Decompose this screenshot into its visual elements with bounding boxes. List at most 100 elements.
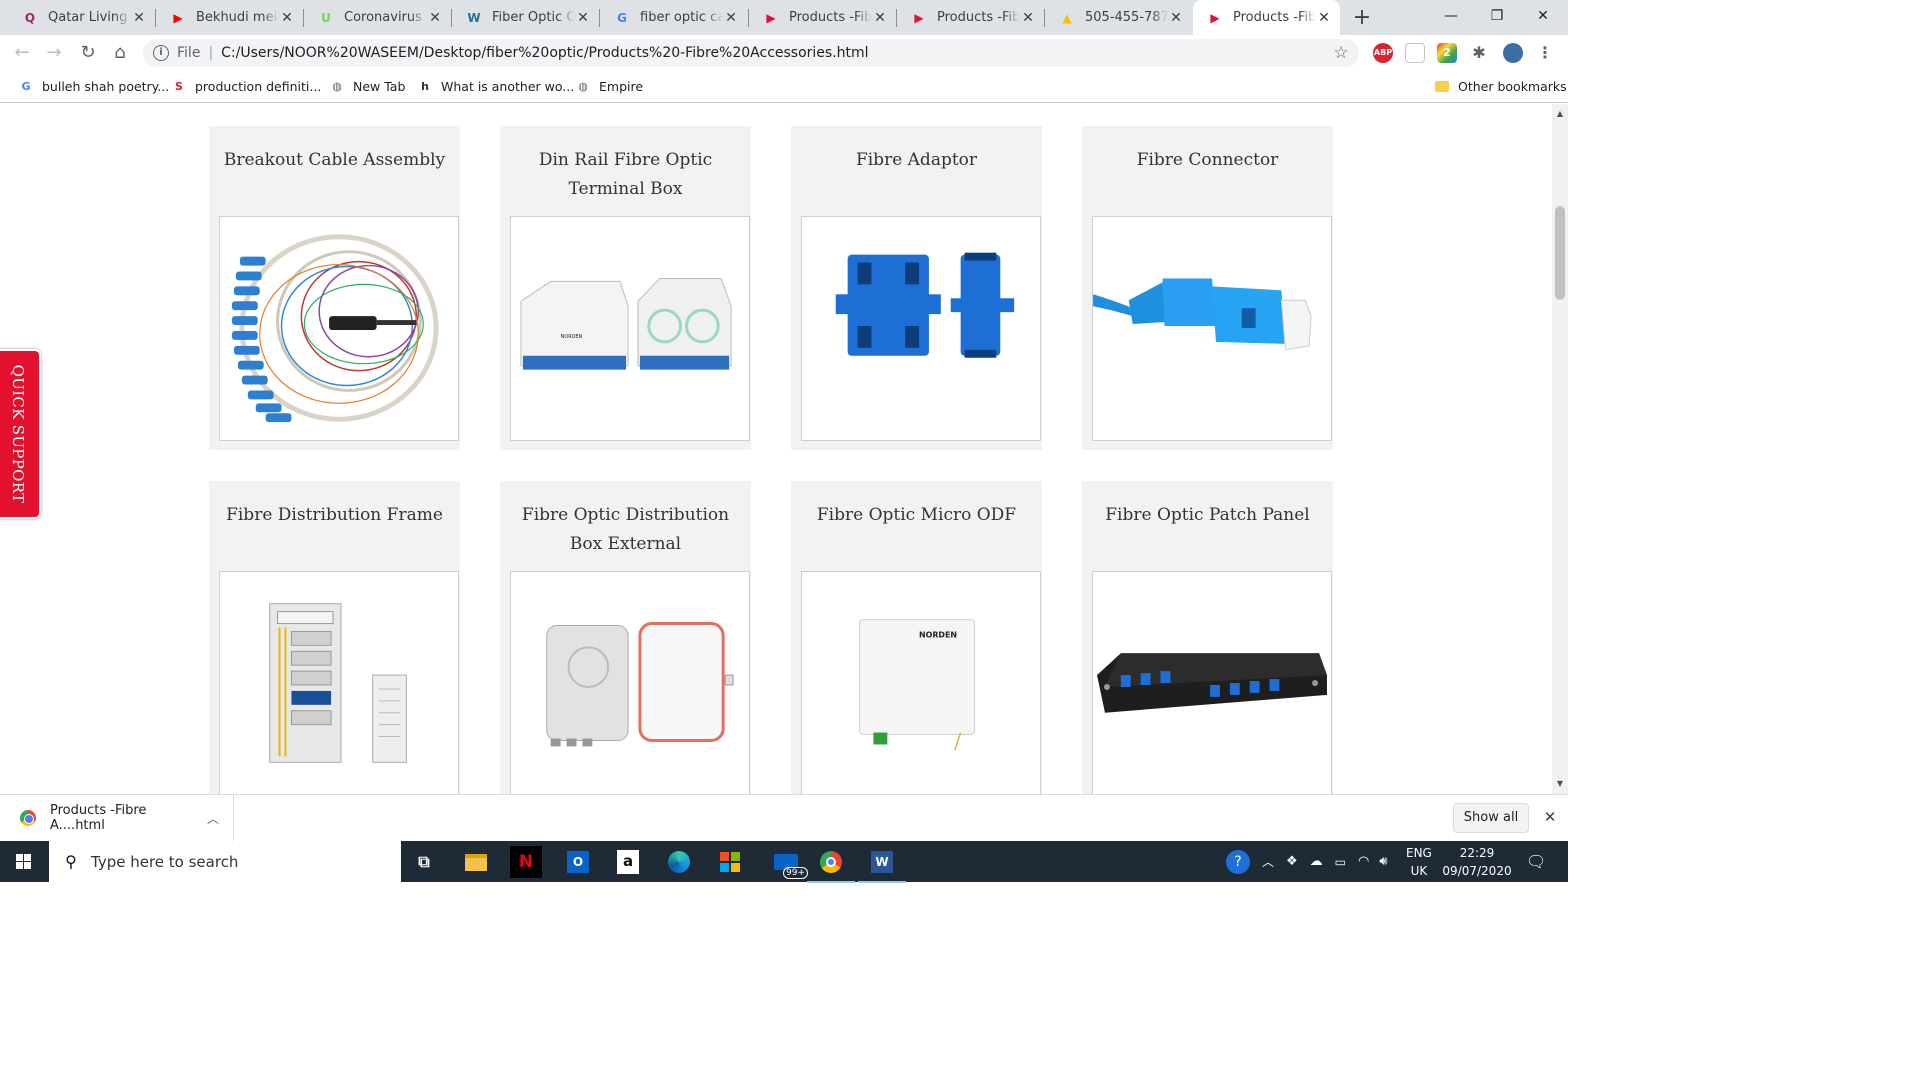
chevron-up-icon[interactable]: ︿: [201, 810, 225, 827]
microsoft-store-icon[interactable]: [714, 846, 746, 878]
distribution-frame-image[interactable]: [219, 571, 459, 794]
volume-icon[interactable]: 🔊︎: [1379, 854, 1387, 869]
wifi-icon[interactable]: ◠: [1358, 854, 1369, 869]
product-card[interactable]: Fibre Optic Micro ODF NORDEN: [791, 481, 1042, 794]
browser-tab[interactable]: Gfiber optic cabl✕: [600, 0, 747, 35]
tab-close-icon[interactable]: ✕: [131, 10, 147, 26]
bookmark-item[interactable]: h What is another wo...: [417, 71, 574, 101]
bookmark-label: New Tab: [353, 78, 406, 94]
back-button[interactable]: ←: [8, 39, 36, 67]
scroll-down-icon[interactable]: ▼: [1552, 776, 1568, 792]
scroll-up-icon[interactable]: ▲: [1552, 106, 1568, 122]
edge-icon[interactable]: [663, 846, 695, 878]
product-title[interactable]: Fibre Distribution Frame: [209, 501, 460, 530]
browser-tab[interactable]: ▲ 505-455-7870 ✕: [1045, 0, 1192, 35]
distribution-box-image[interactable]: [510, 571, 750, 794]
download-item[interactable]: Products -Fibre A....html ︿: [0, 795, 234, 841]
tab-close-icon[interactable]: ✕: [723, 10, 739, 26]
browser-tab[interactable]: ▶ Bekhudi mein s✕: [156, 0, 303, 35]
product-title[interactable]: Fibre Connector: [1082, 146, 1333, 175]
netflix-icon[interactable]: N: [510, 846, 542, 878]
start-button[interactable]: [0, 841, 48, 882]
product-card[interactable]: Fibre Optic Patch Panel: [1082, 481, 1333, 794]
profile-avatar[interactable]: [1503, 43, 1523, 63]
micro-odf-image[interactable]: NORDEN: [801, 571, 1041, 794]
reload-button[interactable]: ↻: [74, 39, 102, 67]
tab-close-icon[interactable]: ✕: [1168, 10, 1184, 26]
restore-button[interactable]: ❐: [1474, 0, 1520, 32]
menu-kebab-icon[interactable]: ⋮: [1535, 43, 1555, 63]
product-title[interactable]: Din Rail Fibre Optic Terminal Box: [500, 146, 751, 204]
mail-badge: 99+: [783, 867, 808, 879]
language-indicator[interactable]: ENG UK: [1406, 841, 1432, 882]
product-title[interactable]: Fibre Optic Distribution Box External: [500, 501, 751, 559]
quick-support-tab[interactable]: QUICK SUPPORT: [0, 349, 41, 519]
bookmark-item[interactable]: Sproduction definiti...: [171, 71, 321, 101]
colorful-extension-icon[interactable]: 2: [1437, 43, 1457, 63]
task-view-icon[interactable]: ⧉: [408, 846, 440, 878]
product-card[interactable]: Fibre Connector: [1082, 126, 1333, 450]
help-icon[interactable]: ?: [1226, 849, 1250, 874]
tab-close-icon[interactable]: ✕: [872, 10, 888, 26]
tab-close-icon[interactable]: ✕: [575, 10, 591, 26]
close-downloads-icon[interactable]: ✕: [1540, 805, 1560, 829]
forward-button[interactable]: →: [40, 39, 68, 67]
product-title[interactable]: Fibre Optic Micro ODF: [791, 501, 1042, 530]
product-card[interactable]: Breakout Cable Assembly: [209, 126, 460, 450]
scroll-thumb[interactable]: [1555, 206, 1565, 300]
breakout-cable-image[interactable]: [219, 216, 459, 441]
site-info-icon[interactable]: i: [153, 45, 169, 61]
dropbox-icon[interactable]: ❖: [1286, 854, 1298, 869]
browser-tab[interactable]: ▶ Products -Fibre✕: [749, 0, 896, 35]
show-hidden-icons[interactable]: ︿: [1262, 853, 1274, 870]
pocket-extension-icon[interactable]: [1405, 43, 1425, 63]
browser-tab[interactable]: ▶ Products -Fibre✕: [1193, 0, 1340, 35]
word-icon[interactable]: W: [858, 846, 906, 883]
mail-icon[interactable]: 99+: [766, 846, 808, 879]
tab-close-icon[interactable]: ✕: [1316, 10, 1332, 26]
bookmark-item[interactable]: ◍ New Tab: [329, 71, 405, 101]
product-title[interactable]: Breakout Cable Assembly: [209, 146, 460, 175]
fibre-adaptor-image[interactable]: [801, 216, 1041, 441]
patch-panel-image[interactable]: [1092, 571, 1332, 794]
address-bar[interactable]: i File | C:/Users/NOOR%20WASEEM/Desktop/…: [143, 39, 1359, 67]
product-card[interactable]: Din Rail Fibre Optic Terminal Box NORDEN: [500, 126, 751, 450]
product-title[interactable]: Fibre Adaptor: [791, 146, 1042, 175]
browser-tab[interactable]: W Fiber Optic Cab✕: [452, 0, 599, 35]
close-window-button[interactable]: ✕: [1520, 0, 1566, 32]
fibre-connector-image[interactable]: [1092, 216, 1332, 441]
adblock-extension-icon[interactable]: ABP: [1373, 43, 1393, 63]
product-card[interactable]: Fibre Optic Distribution Box External: [500, 481, 751, 794]
chrome-icon[interactable]: [807, 846, 855, 883]
tab-close-icon[interactable]: ✕: [1020, 10, 1036, 26]
home-button[interactable]: ⌂: [106, 39, 134, 67]
new-tab-button[interactable]: +: [1348, 4, 1376, 32]
page-scrollbar[interactable]: ▲ ▼: [1552, 104, 1568, 794]
other-bookmarks[interactable]: Other bookmarks: [1434, 71, 1567, 101]
amazon-icon[interactable]: a: [612, 846, 644, 878]
din-rail-box-image[interactable]: NORDEN: [510, 216, 750, 441]
product-title[interactable]: Fibre Optic Patch Panel: [1082, 501, 1333, 530]
bookmark-item[interactable]: ◍ Empire: [575, 71, 643, 101]
browser-tab[interactable]: Q Qatar Living | T✕: [8, 0, 155, 35]
address-url[interactable]: C:/Users/NOOR%20WASEEM/Desktop/fiber%20o…: [221, 45, 1329, 61]
onedrive-icon[interactable]: ☁: [1310, 854, 1323, 869]
show-all-button[interactable]: Show all: [1453, 803, 1529, 833]
bookmark-star-icon[interactable]: ☆: [1329, 43, 1353, 63]
product-card[interactable]: Fibre Adaptor: [791, 126, 1042, 450]
minimize-button[interactable]: —: [1428, 0, 1474, 32]
outlook-icon[interactable]: O: [562, 846, 594, 878]
extensions-puzzle-icon[interactable]: ✱: [1469, 43, 1489, 63]
tab-separator: [451, 9, 452, 27]
browser-tab[interactable]: U Coronavirus Up✕: [304, 0, 451, 35]
battery-icon[interactable]: ▭: [1335, 855, 1346, 869]
taskbar-search[interactable]: ⚲ Type here to search: [49, 841, 401, 882]
file-explorer-icon[interactable]: [460, 846, 492, 878]
browser-tab[interactable]: ▶ Products -Fibre✕: [897, 0, 1044, 35]
tab-close-icon[interactable]: ✕: [279, 10, 295, 26]
notifications-icon[interactable]: 🗨︎: [1526, 841, 1546, 882]
product-card[interactable]: Fibre Distribution Frame: [209, 481, 460, 794]
tab-close-icon[interactable]: ✕: [427, 10, 443, 26]
bookmark-item[interactable]: Gbulleh shah poetry...: [18, 71, 169, 101]
clock[interactable]: 22:29 09/07/2020: [1442, 841, 1511, 882]
